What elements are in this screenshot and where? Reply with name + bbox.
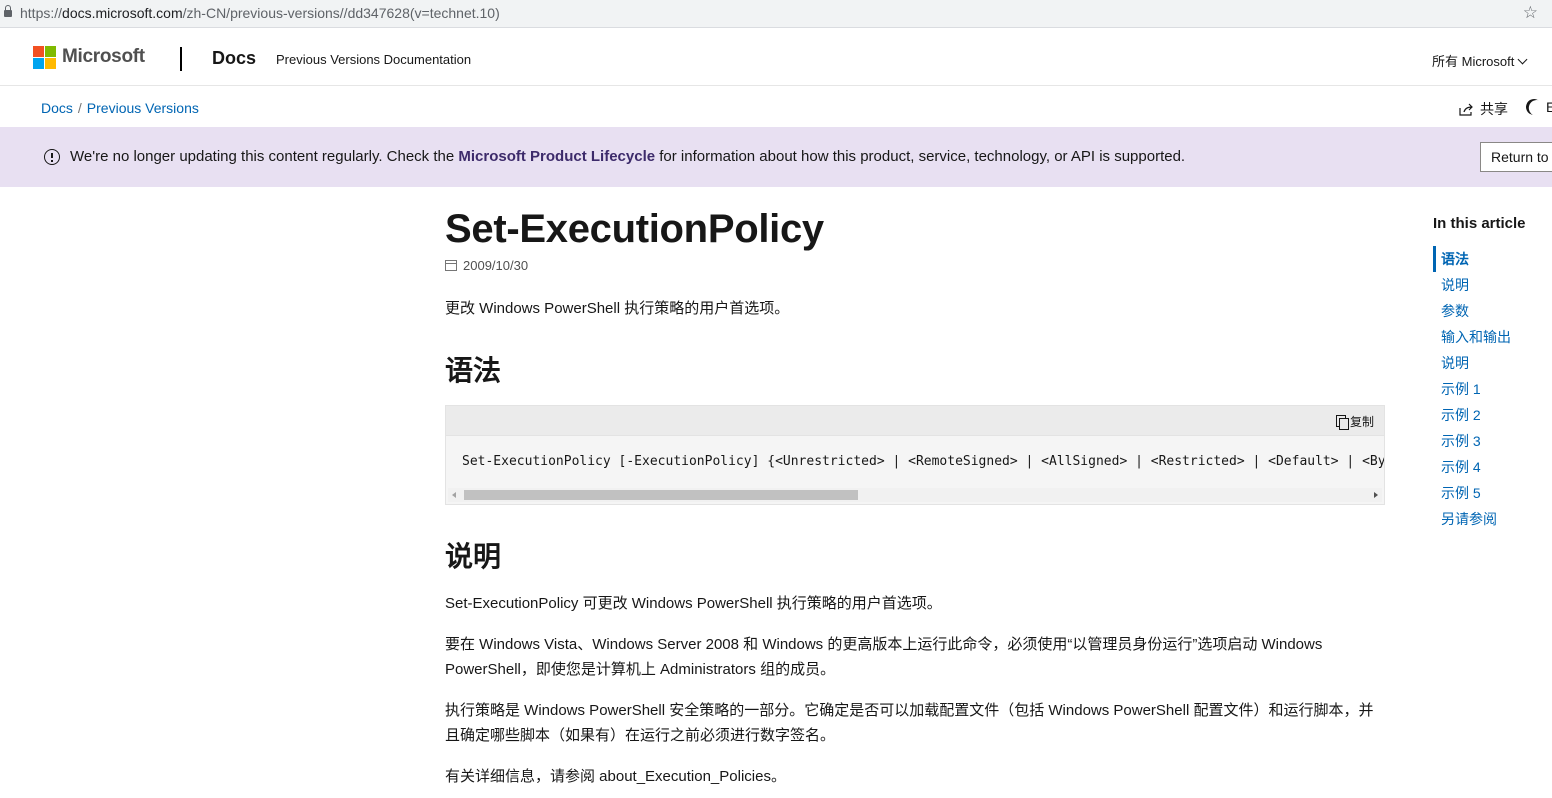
product-lifecycle-link[interactable]: Microsoft Product Lifecycle <box>458 148 655 165</box>
toc-item-syntax[interactable]: 语法 <box>1433 246 1552 272</box>
return-button[interactable]: Return to <box>1480 142 1552 172</box>
url-path: /zh-CN/previous-versions//dd347628(v=tec… <box>182 5 500 21</box>
lock-icon <box>4 5 12 17</box>
description-paragraph: 执行策略是 Windows PowerShell 安全策略的一部分。它确定是否可… <box>445 702 1374 744</box>
code-text: Set-ExecutionPolicy [-ExecutionPolicy] {… <box>462 454 1384 469</box>
header-divider <box>180 47 182 71</box>
retirement-banner: We're no longer updating this content re… <box>0 127 1552 187</box>
info-icon <box>44 149 60 165</box>
toc-item-example-4[interactable]: 示例 4 <box>1433 454 1552 480</box>
calendar-icon <box>445 260 457 271</box>
all-microsoft-menu[interactable]: 所有 Microsoft <box>1432 51 1528 70</box>
toc-item-example-3[interactable]: 示例 3 <box>1433 428 1552 454</box>
code-header: 复制 <box>446 406 1384 436</box>
theme-label: E <box>1546 99 1552 115</box>
previous-versions-link[interactable]: Previous Versions Documentation <box>276 52 471 67</box>
toc-item-see-also[interactable]: 另请参阅 <box>1433 506 1552 532</box>
microsoft-brand-label[interactable]: Microsoft <box>62 46 145 68</box>
page-title: Set-ExecutionPolicy <box>445 207 824 251</box>
breadcrumb-previous-versions[interactable]: Previous Versions <box>87 100 199 116</box>
toc-item-notes[interactable]: 说明 <box>1433 350 1552 376</box>
copy-button[interactable]: 复制 <box>1335 413 1374 430</box>
description-heading: 说明 <box>445 541 502 572</box>
scroll-left-icon[interactable] <box>452 492 456 498</box>
copy-icon <box>1335 415 1349 430</box>
breadcrumb-docs[interactable]: Docs <box>41 100 73 116</box>
article-date: 2009/10/30 <box>445 258 1385 273</box>
copy-label: 复制 <box>1349 415 1374 429</box>
toc-item-inputs-outputs[interactable]: 输入和输出 <box>1433 324 1552 350</box>
scrollbar-thumb[interactable] <box>464 490 858 500</box>
banner-text-after: for information about how this product, … <box>655 148 1186 165</box>
toc-list: 语法 说明 参数 输入和输出 说明 示例 1 示例 2 示例 3 示例 4 示例… <box>1433 246 1552 532</box>
site-header: Microsoft Docs Previous Versions Documen… <box>0 32 1552 86</box>
scroll-right-icon[interactable] <box>1374 492 1378 498</box>
toc-item-description[interactable]: 说明 <box>1433 272 1552 298</box>
banner-text-before: We're no longer updating this content re… <box>70 148 459 165</box>
share-icon <box>1459 103 1473 116</box>
banner-text: We're no longer updating this content re… <box>70 148 1185 165</box>
theme-button[interactable]: E <box>1524 97 1552 118</box>
description-paragraph: Set-ExecutionPolicy 可更改 Windows PowerShe… <box>445 595 942 612</box>
code-block: 复制 Set-ExecutionPolicy [-ExecutionPolicy… <box>445 405 1385 505</box>
share-button[interactable]: 共享 <box>1459 99 1508 119</box>
description-paragraph: 有关详细信息，请参阅 about_Execution_Policies。 <box>445 768 786 785</box>
microsoft-logo-icon[interactable] <box>33 46 56 69</box>
toc-item-example-2[interactable]: 示例 2 <box>1433 402 1552 428</box>
date-label: 2009/10/30 <box>463 258 529 273</box>
browser-address-bar[interactable]: https://docs.microsoft.com/zh-CN/previou… <box>0 0 1552 28</box>
article-main: Set-ExecutionPolicy 2009/10/30 更改 Window… <box>445 200 1385 789</box>
breadcrumb: Docs / Previous Versions <box>41 100 199 116</box>
all-microsoft-label: 所有 Microsoft <box>1432 54 1515 69</box>
toc-title: In this article <box>1433 215 1526 232</box>
share-label: 共享 <box>1480 101 1508 117</box>
toc-item-example-5[interactable]: 示例 5 <box>1433 480 1552 506</box>
moon-icon <box>1524 97 1545 118</box>
url-field[interactable]: https://docs.microsoft.com/zh-CN/previou… <box>20 5 500 21</box>
syntax-heading: 语法 <box>445 355 502 386</box>
in-this-article-toc: In this article 语法 说明 参数 输入和输出 说明 示例 1 示… <box>1433 215 1552 532</box>
star-icon[interactable]: ☆ <box>1523 3 1538 23</box>
url-host: docs.microsoft.com <box>62 5 183 21</box>
url-prefix: https:// <box>20 5 63 21</box>
chevron-down-icon <box>1517 54 1528 65</box>
article-intro: 更改 Windows PowerShell 执行策略的用户首选项。 <box>445 300 790 317</box>
docs-link[interactable]: Docs <box>212 48 256 69</box>
horizontal-scrollbar[interactable] <box>448 488 1382 502</box>
description-paragraph: 要在 Windows Vista、Windows Server 2008 和 W… <box>445 636 1323 678</box>
toc-item-parameters[interactable]: 参数 <box>1433 298 1552 324</box>
breadcrumb-separator: / <box>77 100 82 116</box>
toc-item-example-1[interactable]: 示例 1 <box>1433 376 1552 402</box>
